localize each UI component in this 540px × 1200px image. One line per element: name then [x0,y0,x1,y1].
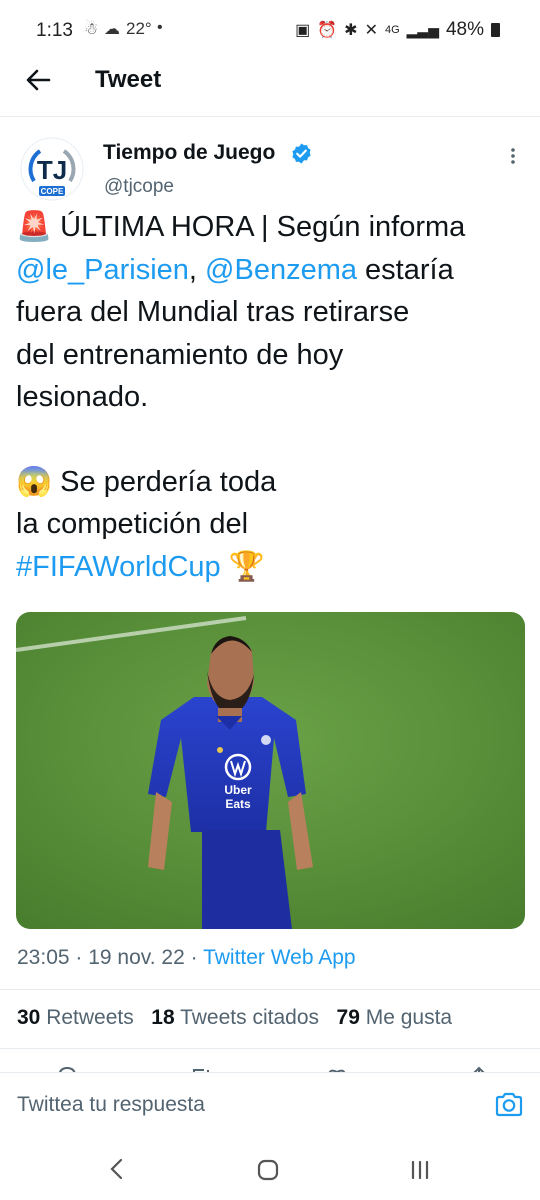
quotes-count: 18 [151,1006,175,1029]
weather-icon: ☁ [104,21,120,38]
bluetooth-icon: ✱ [344,22,358,39]
hashtag-fifaworldcup[interactable]: #FIFAWorldCup [16,551,221,583]
jersey-brand-text-2: Eats [225,797,251,811]
retweets-stat[interactable]: 30 Retweets [17,1006,134,1029]
quotes-stat[interactable]: 18 Tweets citados [151,1006,319,1029]
siren-emoji-icon: 🚨 [16,211,53,243]
tweet-line-8: #FIFAWorldCup 🏆 [16,546,531,589]
quotes-label: Tweets citados [180,1006,319,1029]
meta-divider [0,989,540,990]
camera-icon[interactable] [494,1090,524,1120]
tweet-line-4: del entrenamiento de hoy [16,338,344,371]
avatar-logo-text: TJ [37,155,67,185]
author-name[interactable]: Tiempo de Juego [103,141,275,165]
tweet-source-link[interactable]: Twitter Web App [203,946,356,969]
likes-count: 79 [336,1006,360,1029]
tweet-text: 🚨 ÚLTIMA HORA | Según informa @le_Parisi… [16,206,531,588]
meta-sep-2: · [184,946,204,969]
dot-icon: • [157,19,163,36]
nav-home-icon[interactable] [257,1159,279,1181]
meta-sep-1: · [69,946,89,969]
battery-icon [491,23,500,37]
tweet-stats: 30 Retweets 18 Tweets citados 79 Me gust… [17,1006,452,1030]
network-label: 4G [384,24,400,36]
reply-input[interactable]: Twittea tu respuesta [17,1093,205,1117]
avatar-logo-subtext: COPE [41,187,64,196]
mention-le-parisien[interactable]: @le_Parisien [16,254,189,286]
nav-back-icon[interactable] [108,1158,126,1180]
status-right: ▣ ⏰ ✱ ✕ 4G ▂▃▅ 48% [295,19,500,41]
notification-icon: ☃ [84,21,99,38]
author-avatar[interactable]: TJ COPE [20,137,84,201]
status-time: 1:13 [36,20,73,41]
mention-separator: , [188,253,206,286]
trophy-emoji-icon: 🏆 [228,550,265,583]
jersey-brand-text: Uber [224,783,252,797]
tweet-line-5: lesionado. [16,381,149,413]
status-temperature: 22° [126,19,152,38]
retweets-label: Retweets [46,1006,134,1029]
signal-icon: ▂▃▅ [406,21,439,38]
verified-badge-icon [292,143,311,164]
retweets-count: 30 [17,1006,41,1029]
back-arrow-icon[interactable] [24,66,52,94]
tweet-time: 23:05 [17,946,70,969]
status-bar: 1:13 ☃ ☁ 22° • ▣ ⏰ ✱ ✕ 4G ▂▃▅ 48% [0,0,540,62]
alarm-icon: ⏰ [317,22,338,39]
tweet-date: 19 nov. 22 [88,946,185,969]
tweet-line-2-rest: estaría [357,253,454,286]
tweet-line-6: 😱 Se perdería toda [16,461,531,504]
tweet-photo[interactable]: Uber Eats [16,612,525,929]
tweet-line-7: la competición del [16,508,249,540]
tweet-line-2: @le_Parisien, @Benzema estaría [16,249,531,292]
vpn-icon: ▣ [295,22,311,39]
page-title: Tweet [95,66,162,93]
stats-divider [0,1048,540,1049]
battery-text: 48% [445,19,484,40]
nav-recent-apps-icon[interactable] [408,1160,432,1180]
tweet-line-1: 🚨 ÚLTIMA HORA | Según informa [16,206,531,249]
tweet-meta: 23:05 · 19 nov. 22 · Twitter Web App [17,946,356,970]
author-handle[interactable]: @tjcope [104,176,174,198]
likes-label: Me gusta [365,1006,453,1029]
header-divider [0,116,540,117]
tweet-line-1-text: ÚLTIMA HORA | Según informa [60,211,466,243]
scream-emoji-icon: 😱 [16,465,53,498]
mute-icon: ✕ [364,22,378,39]
mention-benzema[interactable]: @Benzema [205,254,357,286]
tweet-line-3: fuera del Mundial tras retirarse [16,296,410,328]
tweet-line-6-text: Se perdería toda [60,465,277,498]
likes-stat[interactable]: 79 Me gusta [337,1006,453,1029]
more-options-icon[interactable] [506,146,520,170]
